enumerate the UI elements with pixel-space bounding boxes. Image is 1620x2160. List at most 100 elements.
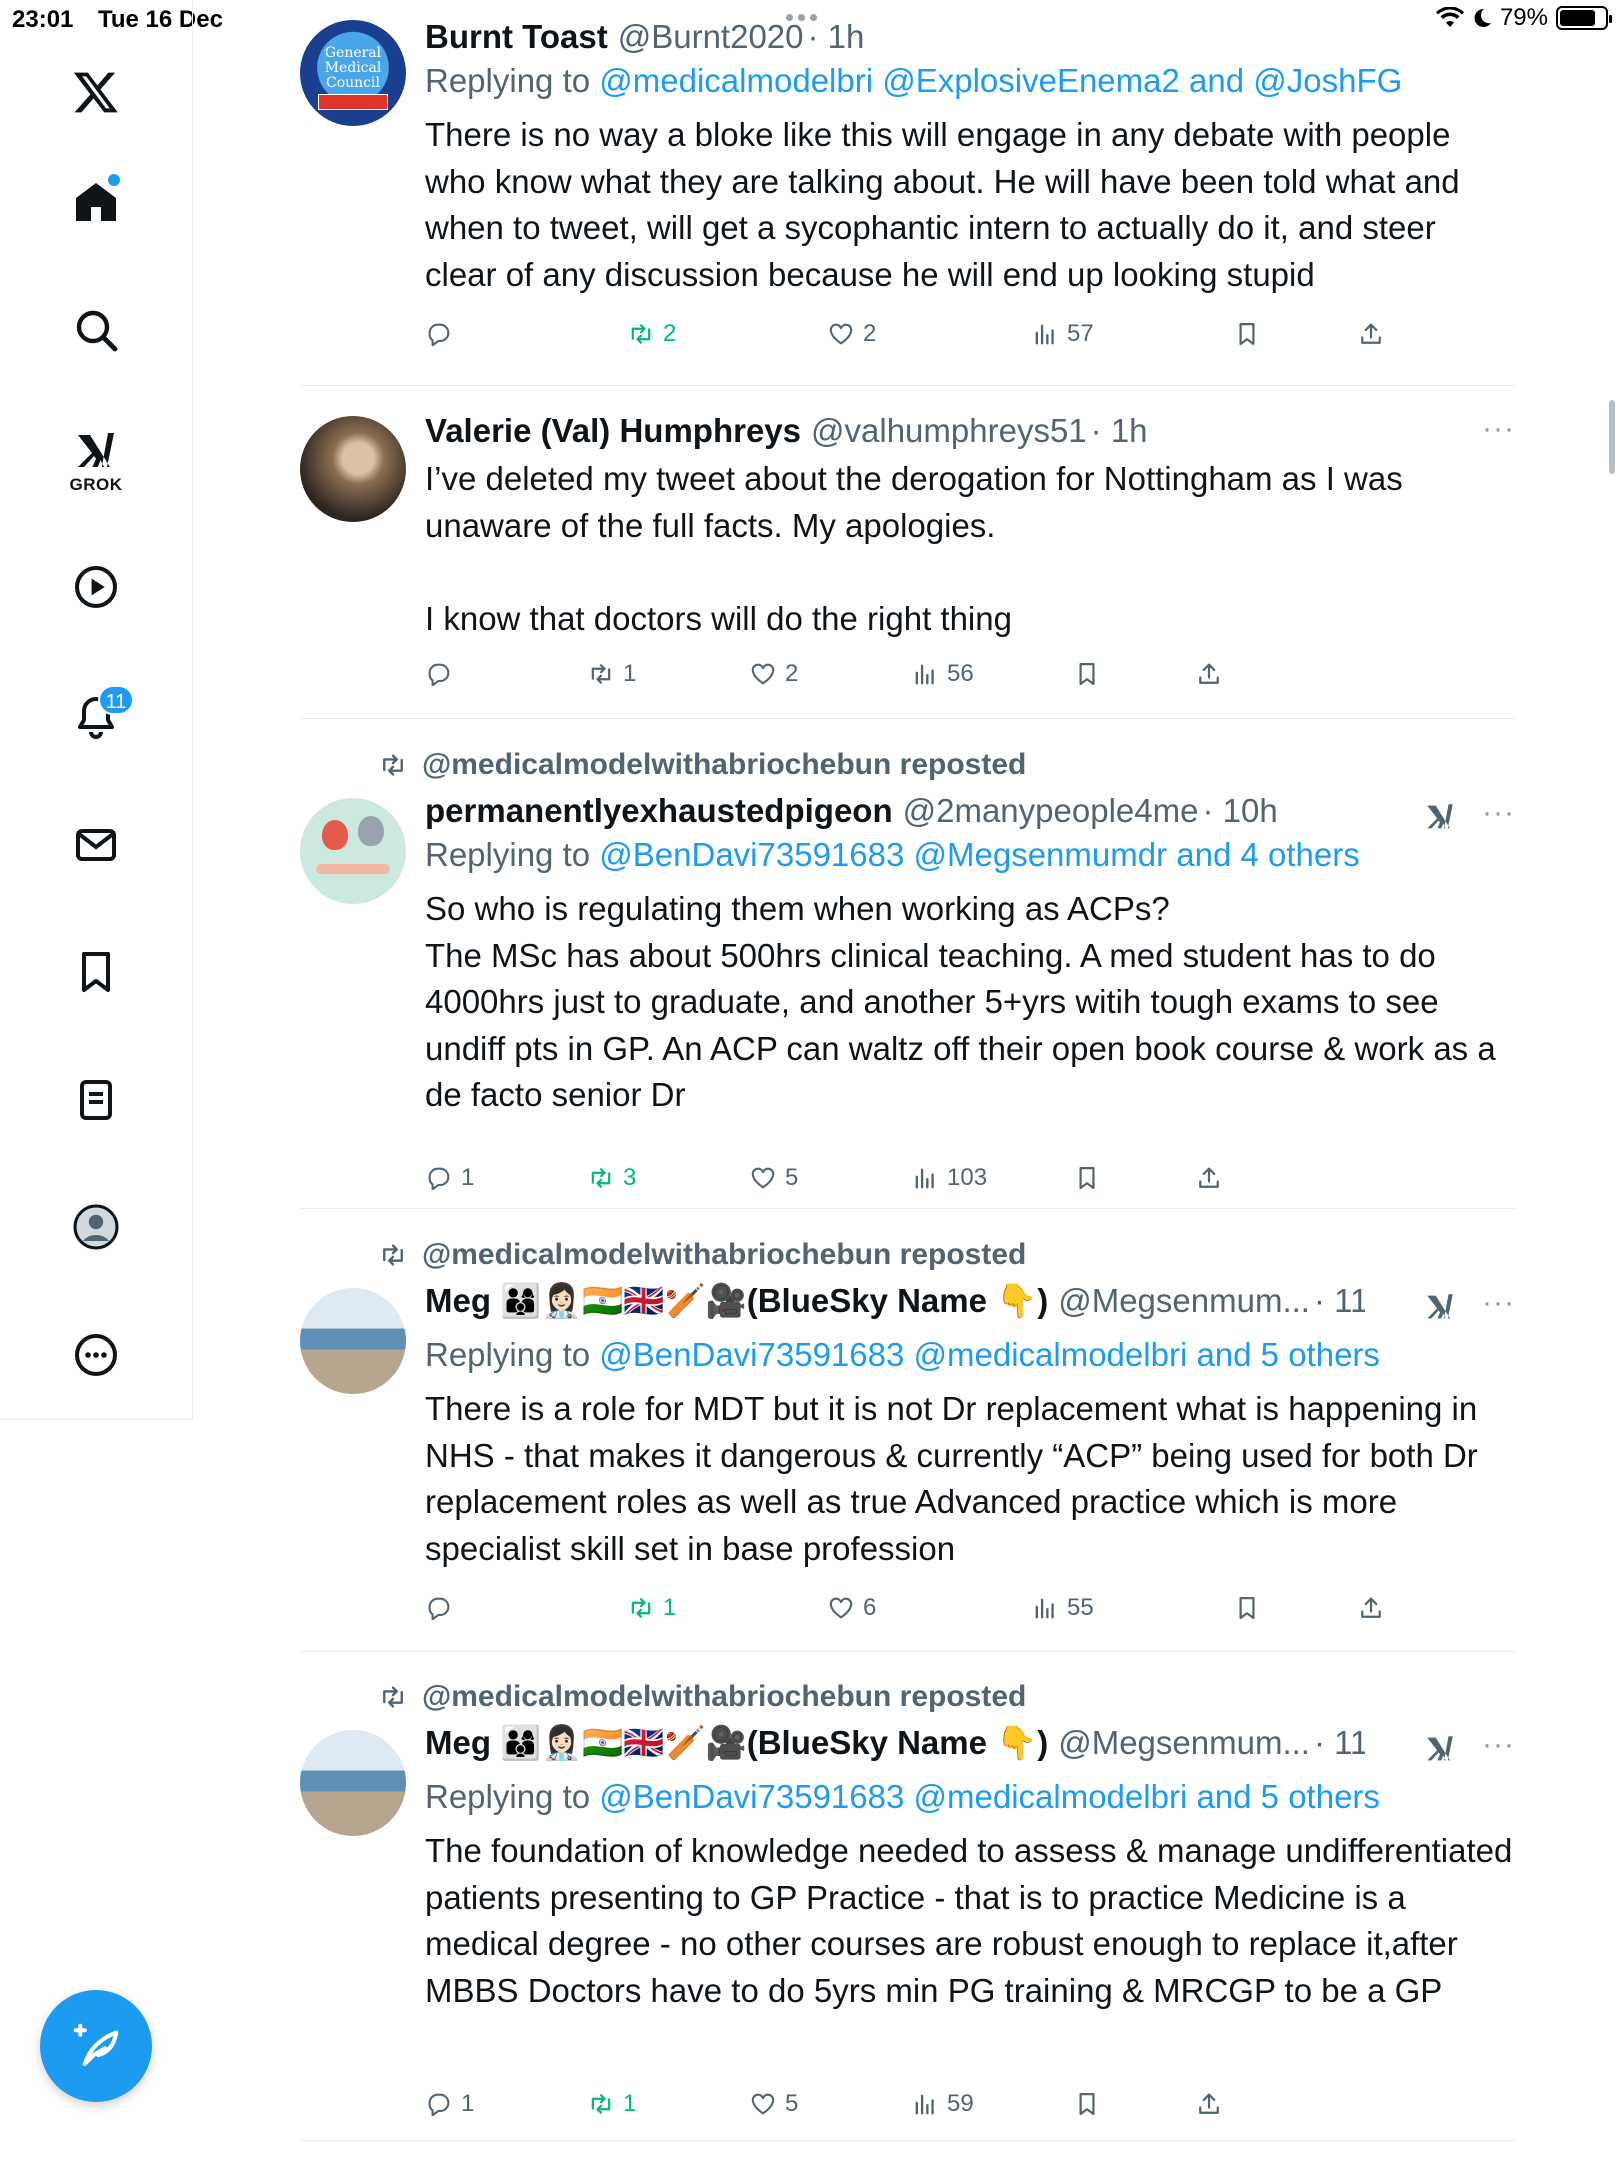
repost-button[interactable]: 1 [587,660,636,688]
repost-indicator[interactable]: @medicalmodelwithabriochebun reposted [378,1238,1026,1272]
search-icon [76,310,118,352]
like-button[interactable]: 5 [749,1164,798,1192]
bookmark-button[interactable] [1073,2090,1101,2118]
bookmark-icon [1233,320,1261,348]
reply-mentions[interactable]: @BenDavi73591683 @Megsenmumdr and 4 othe… [599,836,1359,873]
bookmark-button[interactable] [1233,1594,1261,1622]
repost-button[interactable]: 1 [587,2090,636,2118]
tweet-time[interactable]: · 11h [1314,1282,1365,1320]
repost-indicator[interactable]: @medicalmodelwithabriochebun reposted [378,748,1026,782]
avatar[interactable] [300,1730,406,1836]
reply-button[interactable]: 1 [425,1164,474,1192]
heart-icon [827,1594,855,1622]
sidebar-item-profile[interactable] [56,1187,136,1267]
avatar[interactable]: General Medical Council [300,20,406,126]
tweet-time[interactable]: · 10h [1202,792,1277,830]
grok-icon[interactable] [1423,1732,1457,1766]
share-button[interactable] [1357,1594,1385,1622]
avatar[interactable] [300,416,406,522]
like-button[interactable]: 2 [827,320,876,348]
view-count: 59 [947,2090,974,2117]
author-name[interactable]: permanentlyexhaustedpigeon [425,792,893,830]
author-name[interactable]: Burnt Toast [425,18,608,56]
x-logo-icon[interactable] [56,52,136,132]
divider [300,718,1515,719]
author-name[interactable]: Meg 👨‍👩‍👦👩🏻‍⚕️🇮🇳🇬🇧🏏🎥(BlueSky Name 👇) [425,1282,1048,1321]
bookmark-button[interactable] [1073,1164,1101,1192]
reply-button[interactable] [425,320,461,348]
views-icon [911,660,939,688]
sidebar-item-bookmarks[interactable] [56,932,136,1012]
reply-button[interactable] [425,1594,461,1622]
author-name[interactable]: Valerie (Val) Humphreys [425,412,801,450]
sidebar-item-more[interactable] [56,1315,136,1395]
views-button[interactable]: 59 [911,2090,974,2118]
reply-button[interactable] [425,660,461,688]
author-handle[interactable]: @Megsenmum... [1058,1282,1310,1320]
bookmark-icon [82,952,110,992]
author-name[interactable]: Meg 👨‍👩‍👦👩🏻‍⚕️🇮🇳🇬🇧🏏🎥(BlueSky Name 👇) [425,1724,1048,1763]
avatar[interactable] [300,798,406,904]
repost-count: 2 [663,320,677,347]
more-options-icon[interactable]: ··· [1482,1286,1515,1320]
like-button[interactable]: 5 [749,2090,798,2118]
tweet[interactable]: General Medical Council Burnt Toast @Burnt… [300,18,1515,380]
replying-to: Replying to @medicalmodelbri @ExplosiveE… [425,62,1515,100]
scrollbar[interactable] [1609,400,1615,474]
author-handle[interactable]: @2manypeople4me [903,792,1199,830]
view-count: 103 [947,1164,988,1191]
reply-mentions[interactable]: @medicalmodelbri @ExplosiveEnema2 and @J… [599,62,1402,99]
share-button[interactable] [1195,660,1223,688]
tweet[interactable]: @medicalmodelwithabriochebun reposted ··… [300,1238,1515,1638]
grok-icon[interactable] [1423,1290,1457,1324]
author-handle[interactable]: @valhumphreys51 [811,412,1087,450]
views-icon [1031,320,1059,348]
views-button[interactable]: 57 [1031,320,1094,348]
tweet-time[interactable]: · 1h [808,18,865,56]
sidebar-item-notifications[interactable]: 11 [56,677,136,757]
views-button[interactable]: 103 [911,1164,987,1192]
views-button[interactable]: 56 [911,660,974,688]
reply-count: 1 [461,2090,475,2117]
compose-button[interactable] [40,1990,152,2102]
more-options-icon[interactable]: ··· [1482,1728,1515,1762]
reply-button[interactable]: 1 [425,2090,474,2118]
share-button[interactable] [1357,320,1385,348]
sidebar-item-lists[interactable] [56,1060,136,1140]
tweet[interactable]: ··· Valerie (Val) Humphreys @valhumphrey… [300,412,1515,712]
reply-count: 1 [461,1164,475,1191]
reply-mentions[interactable]: @BenDavi73591683 @medicalmodelbri and 5 … [599,1778,1380,1815]
heart-icon [749,1164,777,1192]
sidebar-item-messages[interactable] [56,805,136,885]
reply-icon [425,1164,453,1192]
bookmark-button[interactable] [1073,660,1101,688]
avatar[interactable] [300,1288,406,1394]
sidebar-item-video[interactable] [56,547,136,627]
share-icon [1195,660,1223,688]
sidebar-item-search[interactable] [56,290,136,370]
views-button[interactable]: 55 [1031,1594,1094,1622]
bookmark-button[interactable] [1233,320,1261,348]
like-button[interactable]: 2 [749,660,798,688]
reply-mentions[interactable]: @BenDavi73591683 @medicalmodelbri and 5 … [599,1336,1380,1373]
tweet-text: I’ve deleted my tweet about the derogati… [425,460,1403,637]
repost-button[interactable]: 3 [587,1164,636,1192]
share-button[interactable] [1195,2090,1223,2118]
repost-count: 3 [623,1164,637,1191]
mail-icon [76,829,116,861]
replying-prefix: Replying to [425,1778,591,1815]
sidebar-item-home[interactable] [56,162,136,242]
author-handle[interactable]: @Burnt2020 [618,18,804,56]
tweet-time[interactable]: · 11h [1314,1724,1365,1762]
like-button[interactable]: 6 [827,1594,876,1622]
tweet-time[interactable]: · 1h [1091,412,1148,450]
sidebar-item-grok[interactable]: GROK [56,415,136,515]
repost-indicator[interactable]: @medicalmodelwithabriochebun reposted [378,1680,1026,1714]
share-button[interactable] [1195,1164,1223,1192]
repost-button[interactable]: 2 [627,320,676,348]
repost-button[interactable]: 1 [627,1594,676,1622]
repost-icon [587,660,615,688]
tweet[interactable]: @medicalmodelwithabriochebun reposted ··… [300,1680,1515,2130]
tweet[interactable]: @medicalmodelwithabriochebun reposted ··… [300,748,1515,1191]
author-handle[interactable]: @Megsenmum... [1058,1724,1310,1762]
